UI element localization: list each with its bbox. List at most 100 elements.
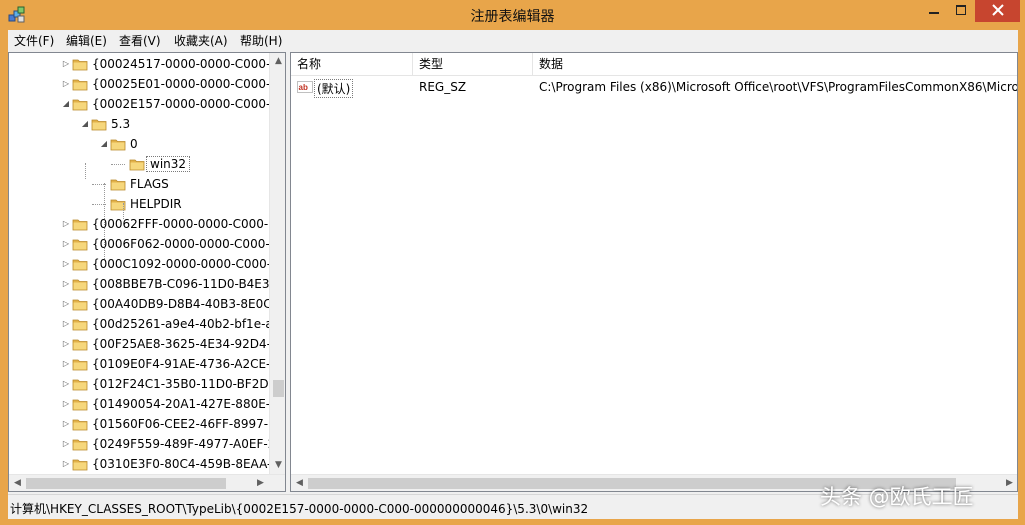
collapse-arrow-icon[interactable]: ◢ — [62, 99, 70, 109]
tree-item-label: {012F24C1-35B0-11D0-BF2D-0 — [92, 377, 281, 391]
tree-item[interactable]: ▷ {0109E0F4-91AE-4736-A2CE-9I — [9, 354, 282, 374]
expand-arrow-icon[interactable]: ▷ — [62, 79, 70, 89]
tree-item[interactable]: ▷ {00024517-0000-0000-C000-00 — [9, 54, 285, 74]
tree-item-label: 0 — [130, 137, 138, 151]
tree-item-label: {0006F062-0000-0000-C000-00 — [92, 237, 285, 251]
tree-item[interactable]: ◢ 5.3 — [9, 114, 269, 134]
expand-arrow-icon[interactable]: ▷ — [62, 239, 70, 249]
tree-item-label: FLAGS — [130, 177, 169, 191]
expand-arrow-icon[interactable]: ▷ — [62, 399, 70, 409]
scroll-left-icon[interactable]: ◀ — [291, 475, 308, 491]
minimize-button[interactable] — [920, 0, 948, 22]
tree-item[interactable]: win32 — [9, 154, 269, 174]
collapse-arrow-icon[interactable]: ◢ — [81, 119, 89, 129]
tree-item-label: {01490054-20A1-427E-880E-06 — [92, 397, 286, 411]
value-list[interactable]: 名称 类型 数据 ab (默认) REG_SZ C:\Program Files… — [290, 52, 1018, 492]
column-header-name[interactable]: 名称 — [291, 53, 413, 75]
maximize-button[interactable] — [948, 0, 974, 22]
window-title: 注册表编辑器 — [470, 9, 555, 25]
expand-arrow-icon[interactable]: ▷ — [62, 379, 70, 389]
tree-item[interactable]: ▷ {0006F062-0000-0000-C000-00 — [9, 234, 285, 254]
scroll-right-icon[interactable]: ▶ — [252, 475, 269, 491]
tree-item-label: {0002E157-0000-0000-C000-00 — [92, 97, 286, 111]
menu-edit[interactable]: 编辑(E) — [66, 32, 107, 49]
key-tree[interactable]: ▷ {00024517-0000-0000-C000-00 ▷ {00025E01-0… — [8, 52, 286, 492]
scroll-down-icon[interactable]: ▼ — [270, 457, 285, 474]
menu-favorites[interactable]: 收藏夹(A) — [174, 32, 228, 49]
tree-item-label: {000C1092-0000-0000-C000-00 — [92, 257, 286, 271]
tree-item-label: 5.3 — [111, 117, 131, 131]
tree-item[interactable]: FLAGS — [9, 174, 269, 194]
folder-icon — [91, 116, 107, 132]
expand-arrow-icon[interactable]: ▷ — [62, 359, 70, 369]
regedit-window: 注册表编辑器 文件(F) 编辑(E) 查看(V) 收藏夹(A) 帮助(H) ▷ {… — [0, 0, 1025, 525]
tree-item-label: {00025E01-0000-0000-C000-00 — [92, 77, 286, 91]
column-header-data[interactable]: 数据 — [533, 53, 1017, 75]
tree-item[interactable]: ▷ {000C1092-0000-0000-C000-00 — [9, 254, 285, 274]
folder-icon — [110, 136, 126, 152]
tree-item[interactable]: ▷ {0249F559-489F-4977-A0EF-21 — [9, 434, 283, 454]
tree-item-label: {0109E0F4-91AE-4736-A2CE-9I — [92, 357, 282, 371]
list-header: 名称 类型 数据 — [291, 53, 1017, 76]
folder-icon — [72, 276, 88, 292]
folder-icon — [72, 216, 88, 232]
menu-help[interactable]: 帮助(H) — [240, 32, 282, 49]
tree-item-label: {00d25261-a9e4-40b2-bf1e-a8 — [92, 317, 281, 331]
value-type: REG_SZ — [419, 80, 467, 94]
folder-icon — [72, 336, 88, 352]
tree-horizontal-scrollbar[interactable]: ◀ ▶ — [9, 474, 285, 491]
tree-item[interactable]: ◢ {0002E157-0000-0000-C000-00 — [9, 94, 285, 114]
expand-arrow-icon[interactable]: ▷ — [62, 439, 70, 449]
menu-bar: 文件(F) 编辑(E) 查看(V) 收藏夹(A) 帮助(H) — [8, 30, 1018, 50]
folder-icon — [72, 56, 88, 72]
collapse-arrow-icon[interactable]: ◢ — [100, 139, 108, 149]
client-area: ▷ {00024517-0000-0000-C000-00 ▷ {00025E01-0… — [8, 50, 1018, 494]
value-row[interactable]: ab (默认) REG_SZ C:\Program Files (x86)\Mi… — [291, 77, 1017, 98]
tree-connector — [123, 203, 124, 219]
close-icon — [991, 3, 1004, 19]
scroll-left-icon[interactable]: ◀ — [9, 475, 26, 491]
tree-item[interactable]: ▷ {00025E01-0000-0000-C000-00 — [9, 74, 285, 94]
expand-arrow-icon[interactable]: ▷ — [62, 219, 70, 229]
string-value-icon: ab — [297, 79, 313, 95]
expand-arrow-icon[interactable]: ▷ — [62, 459, 70, 469]
folder-icon — [72, 296, 88, 312]
close-button[interactable] — [975, 0, 1020, 22]
expand-arrow-icon[interactable]: ▷ — [62, 279, 70, 289]
tree-item[interactable]: ▷ {01490054-20A1-427E-880E-06 — [9, 394, 285, 414]
tree-vertical-scrollbar[interactable]: ▲ ▼ — [269, 53, 285, 474]
tree-item[interactable]: ▷ {01560F06-CEE2-46FF-8997-30 — [9, 414, 283, 434]
tree-item[interactable]: ▷ {00d25261-a9e4-40b2-bf1e-a8 — [9, 314, 280, 334]
tree-item[interactable]: ▷ {012F24C1-35B0-11D0-BF2D-0 — [9, 374, 281, 394]
tree-connector — [85, 163, 86, 179]
tree-item-label: win32 — [146, 156, 191, 172]
menu-file[interactable]: 文件(F) — [14, 32, 54, 49]
tree-item[interactable]: ▷ {008BBE7B-C096-11D0-B4E3-0 — [9, 274, 282, 294]
tree-item[interactable]: ▷ {00A40DB9-D8B4-40B3-8E0C-/ — [9, 294, 280, 314]
folder-icon — [72, 436, 88, 452]
expand-arrow-icon[interactable]: ▷ — [62, 259, 70, 269]
tree-item[interactable]: ▷ {0310E3F0-80C4-459B-8EAA-0 — [9, 454, 279, 474]
menu-view[interactable]: 查看(V) — [119, 32, 161, 49]
title-bar[interactable]: 注册表编辑器 — [0, 0, 1025, 30]
expand-arrow-icon[interactable]: ▷ — [62, 299, 70, 309]
tree-item[interactable]: ◢ 0 — [9, 134, 269, 154]
scroll-up-icon[interactable]: ▲ — [270, 53, 285, 70]
expand-arrow-icon[interactable]: ▷ — [62, 319, 70, 329]
tree-horizontal-thumb[interactable] — [26, 478, 226, 489]
expand-arrow-icon[interactable]: ▷ — [62, 339, 70, 349]
tree-item[interactable]: HELPDIR — [9, 194, 269, 214]
folder-icon — [72, 76, 88, 92]
tree-item-label: {0310E3F0-80C4-459B-8EAA-0 — [92, 457, 280, 471]
folder-icon — [72, 96, 88, 112]
expand-arrow-icon[interactable]: ▷ — [62, 59, 70, 69]
tree-item[interactable]: ▷ {00F25AE8-3625-4E34-92D4-F0 — [9, 334, 285, 354]
svg-text:ab: ab — [299, 83, 308, 92]
scroll-right-icon[interactable]: ▶ — [1001, 475, 1017, 491]
tree-vertical-thumb[interactable] — [273, 380, 284, 397]
minimize-icon — [929, 4, 939, 18]
tree-item[interactable]: ▷ {00062FFF-0000-0000-C000-00 — [9, 214, 284, 234]
expand-arrow-icon[interactable]: ▷ — [62, 419, 70, 429]
tree-connector — [111, 164, 125, 165]
column-header-type[interactable]: 类型 — [413, 53, 533, 75]
